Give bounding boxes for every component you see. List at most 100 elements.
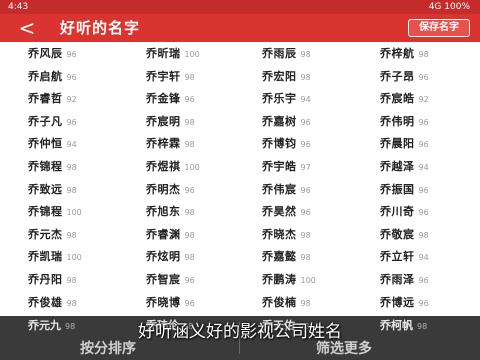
name-item[interactable]: 乔博远 96: [380, 293, 480, 313]
name-item[interactable]: 乔嘉树 96: [262, 112, 374, 132]
name-text: 乔宇轩: [146, 70, 181, 83]
name-text: 乔锦程: [28, 160, 63, 173]
name-item[interactable]: 乔锦程 100: [28, 202, 140, 222]
name-score: 96: [300, 208, 311, 217]
name-score: 96: [300, 140, 311, 149]
name-text: 乔启航: [28, 70, 63, 83]
name-text: 乔乐宇: [262, 92, 297, 105]
name-text: 乔川奇: [380, 205, 415, 218]
name-item[interactable]: 乔伟明 96: [380, 112, 480, 132]
name-score: 98: [184, 118, 195, 127]
status-indicators: 4G 100%: [428, 2, 470, 12]
name-item[interactable]: 乔嘉懿 98: [262, 247, 374, 267]
name-item[interactable]: 乔晨阳 96: [380, 134, 480, 154]
name-text: 乔炫明: [146, 250, 181, 263]
name-text: 乔子凡: [28, 115, 63, 128]
name-text: 乔立轩: [380, 250, 415, 263]
name-item[interactable]: 乔梓航 98: [380, 44, 480, 64]
name-item[interactable]: 乔锦程 98: [28, 157, 140, 177]
name-item[interactable]: 乔旭东 98: [146, 202, 258, 222]
name-item[interactable]: 乔子凡 96: [28, 112, 140, 132]
name-item[interactable]: 乔博钧 96: [262, 134, 374, 154]
name-item[interactable]: 乔伟宸 96: [262, 180, 374, 200]
name-item[interactable]: 乔宏阳 98: [262, 67, 374, 87]
name-item[interactable]: 乔昊然 96: [262, 202, 374, 222]
name-item[interactable]: 乔川奇 96: [380, 202, 480, 222]
name-text: 乔雨辰: [262, 47, 297, 60]
name-item[interactable]: 乔昕瑞 100: [146, 44, 258, 64]
name-text: 乔旭东: [146, 205, 181, 218]
name-item[interactable]: 乔宸明 98: [146, 112, 258, 132]
name-text: 乔宸明: [146, 115, 181, 128]
name-item[interactable]: 乔宇轩 98: [146, 67, 258, 87]
name-score: 98: [300, 50, 311, 59]
name-text: 乔俊楠: [262, 296, 297, 309]
name-score: 98: [184, 140, 195, 149]
name-item[interactable]: 乔越泽 94: [380, 157, 480, 177]
name-score: 98: [300, 73, 311, 82]
name-item[interactable]: 乔睿渊 98: [146, 225, 258, 245]
name-text: 乔振国: [380, 183, 415, 196]
name-score: 96: [418, 186, 429, 195]
name-score: 96: [184, 276, 195, 285]
name-item[interactable]: 乔晓博 96: [146, 293, 258, 313]
name-score: 96: [184, 186, 195, 195]
name-item[interactable]: 乔致远 98: [28, 180, 140, 200]
name-item[interactable]: 乔立轩 94: [380, 247, 480, 267]
name-text: 乔梓霖: [146, 137, 181, 150]
name-score: 96: [418, 73, 429, 82]
name-item[interactable]: 乔雨泽 96: [380, 270, 480, 290]
name-text: 乔嘉懿: [262, 250, 297, 263]
name-text: 乔煜祺: [146, 160, 181, 173]
name-score: 98: [66, 163, 77, 172]
back-arrow-icon[interactable]: <: [16, 17, 38, 39]
name-text: 乔致远: [28, 183, 63, 196]
name-item[interactable]: 乔宇皓 97: [262, 157, 374, 177]
name-item[interactable]: 乔鹏涛 100: [262, 270, 374, 290]
name-item[interactable]: 乔宸皓 92: [380, 89, 480, 109]
name-text: 乔仲恒: [28, 137, 63, 150]
name-item[interactable]: 乔睿哲 92: [28, 89, 140, 109]
name-item[interactable]: 乔启航 96: [28, 67, 140, 87]
name-item[interactable]: 乔智宸 96: [146, 270, 258, 290]
save-names-button[interactable]: 保存名字: [408, 19, 470, 37]
name-score: 98: [184, 253, 195, 262]
name-text: 乔昊然: [262, 205, 297, 218]
name-text: 乔锦程: [28, 205, 63, 218]
name-score: 98: [66, 299, 77, 308]
name-item[interactable]: 乔金锋 96: [146, 89, 258, 109]
name-score: 96: [66, 73, 77, 82]
name-score: 100: [66, 253, 82, 262]
name-item[interactable]: 乔梓霖 98: [146, 134, 258, 154]
name-item[interactable]: 乔煜祺 100: [146, 157, 258, 177]
name-item[interactable]: 乔元杰 98: [28, 225, 140, 245]
name-item[interactable]: 乔凯瑞 100: [28, 247, 140, 267]
name-grid: 乔风辰 96 乔昕瑞 100 乔雨辰 98 乔梓航 98 乔启航 96 乔宇轩 98 乔宏阳 98 乔子昂 9…: [0, 44, 480, 316]
name-text: 乔雨泽: [380, 273, 415, 286]
name-score: 96: [184, 299, 195, 308]
name-text: 乔鹏涛: [262, 273, 297, 286]
name-text: 乔昕瑞: [146, 47, 181, 60]
name-item[interactable]: 乔丹阳 98: [28, 270, 140, 290]
name-item[interactable]: 乔乐宇 94: [262, 89, 374, 109]
name-item[interactable]: 乔俊楠 98: [262, 293, 374, 313]
name-item[interactable]: 乔振国 96: [380, 180, 480, 200]
name-item[interactable]: 乔雨辰 98: [262, 44, 374, 64]
name-item[interactable]: 乔晓杰 98: [262, 225, 374, 245]
name-text: 乔敬宸: [380, 228, 415, 241]
name-item[interactable]: 乔俊雄 98: [28, 293, 140, 313]
name-text: 乔博钧: [262, 137, 297, 150]
name-score: 96: [300, 186, 311, 195]
name-score: 96: [300, 118, 311, 127]
name-item[interactable]: 乔敬宸 98: [380, 225, 480, 245]
name-item[interactable]: 乔炫明 98: [146, 247, 258, 267]
name-item[interactable]: 乔风辰 96: [28, 44, 140, 64]
name-item[interactable]: 乔明杰 96: [146, 180, 258, 200]
name-text: 乔博远: [380, 296, 415, 309]
name-score: 98: [300, 299, 311, 308]
name-score: 98: [66, 276, 77, 285]
name-score: 96: [418, 208, 429, 217]
name-item[interactable]: 乔仲恒 94: [28, 134, 140, 154]
name-score: 96: [66, 118, 77, 127]
name-item[interactable]: 乔子昂 96: [380, 67, 480, 87]
